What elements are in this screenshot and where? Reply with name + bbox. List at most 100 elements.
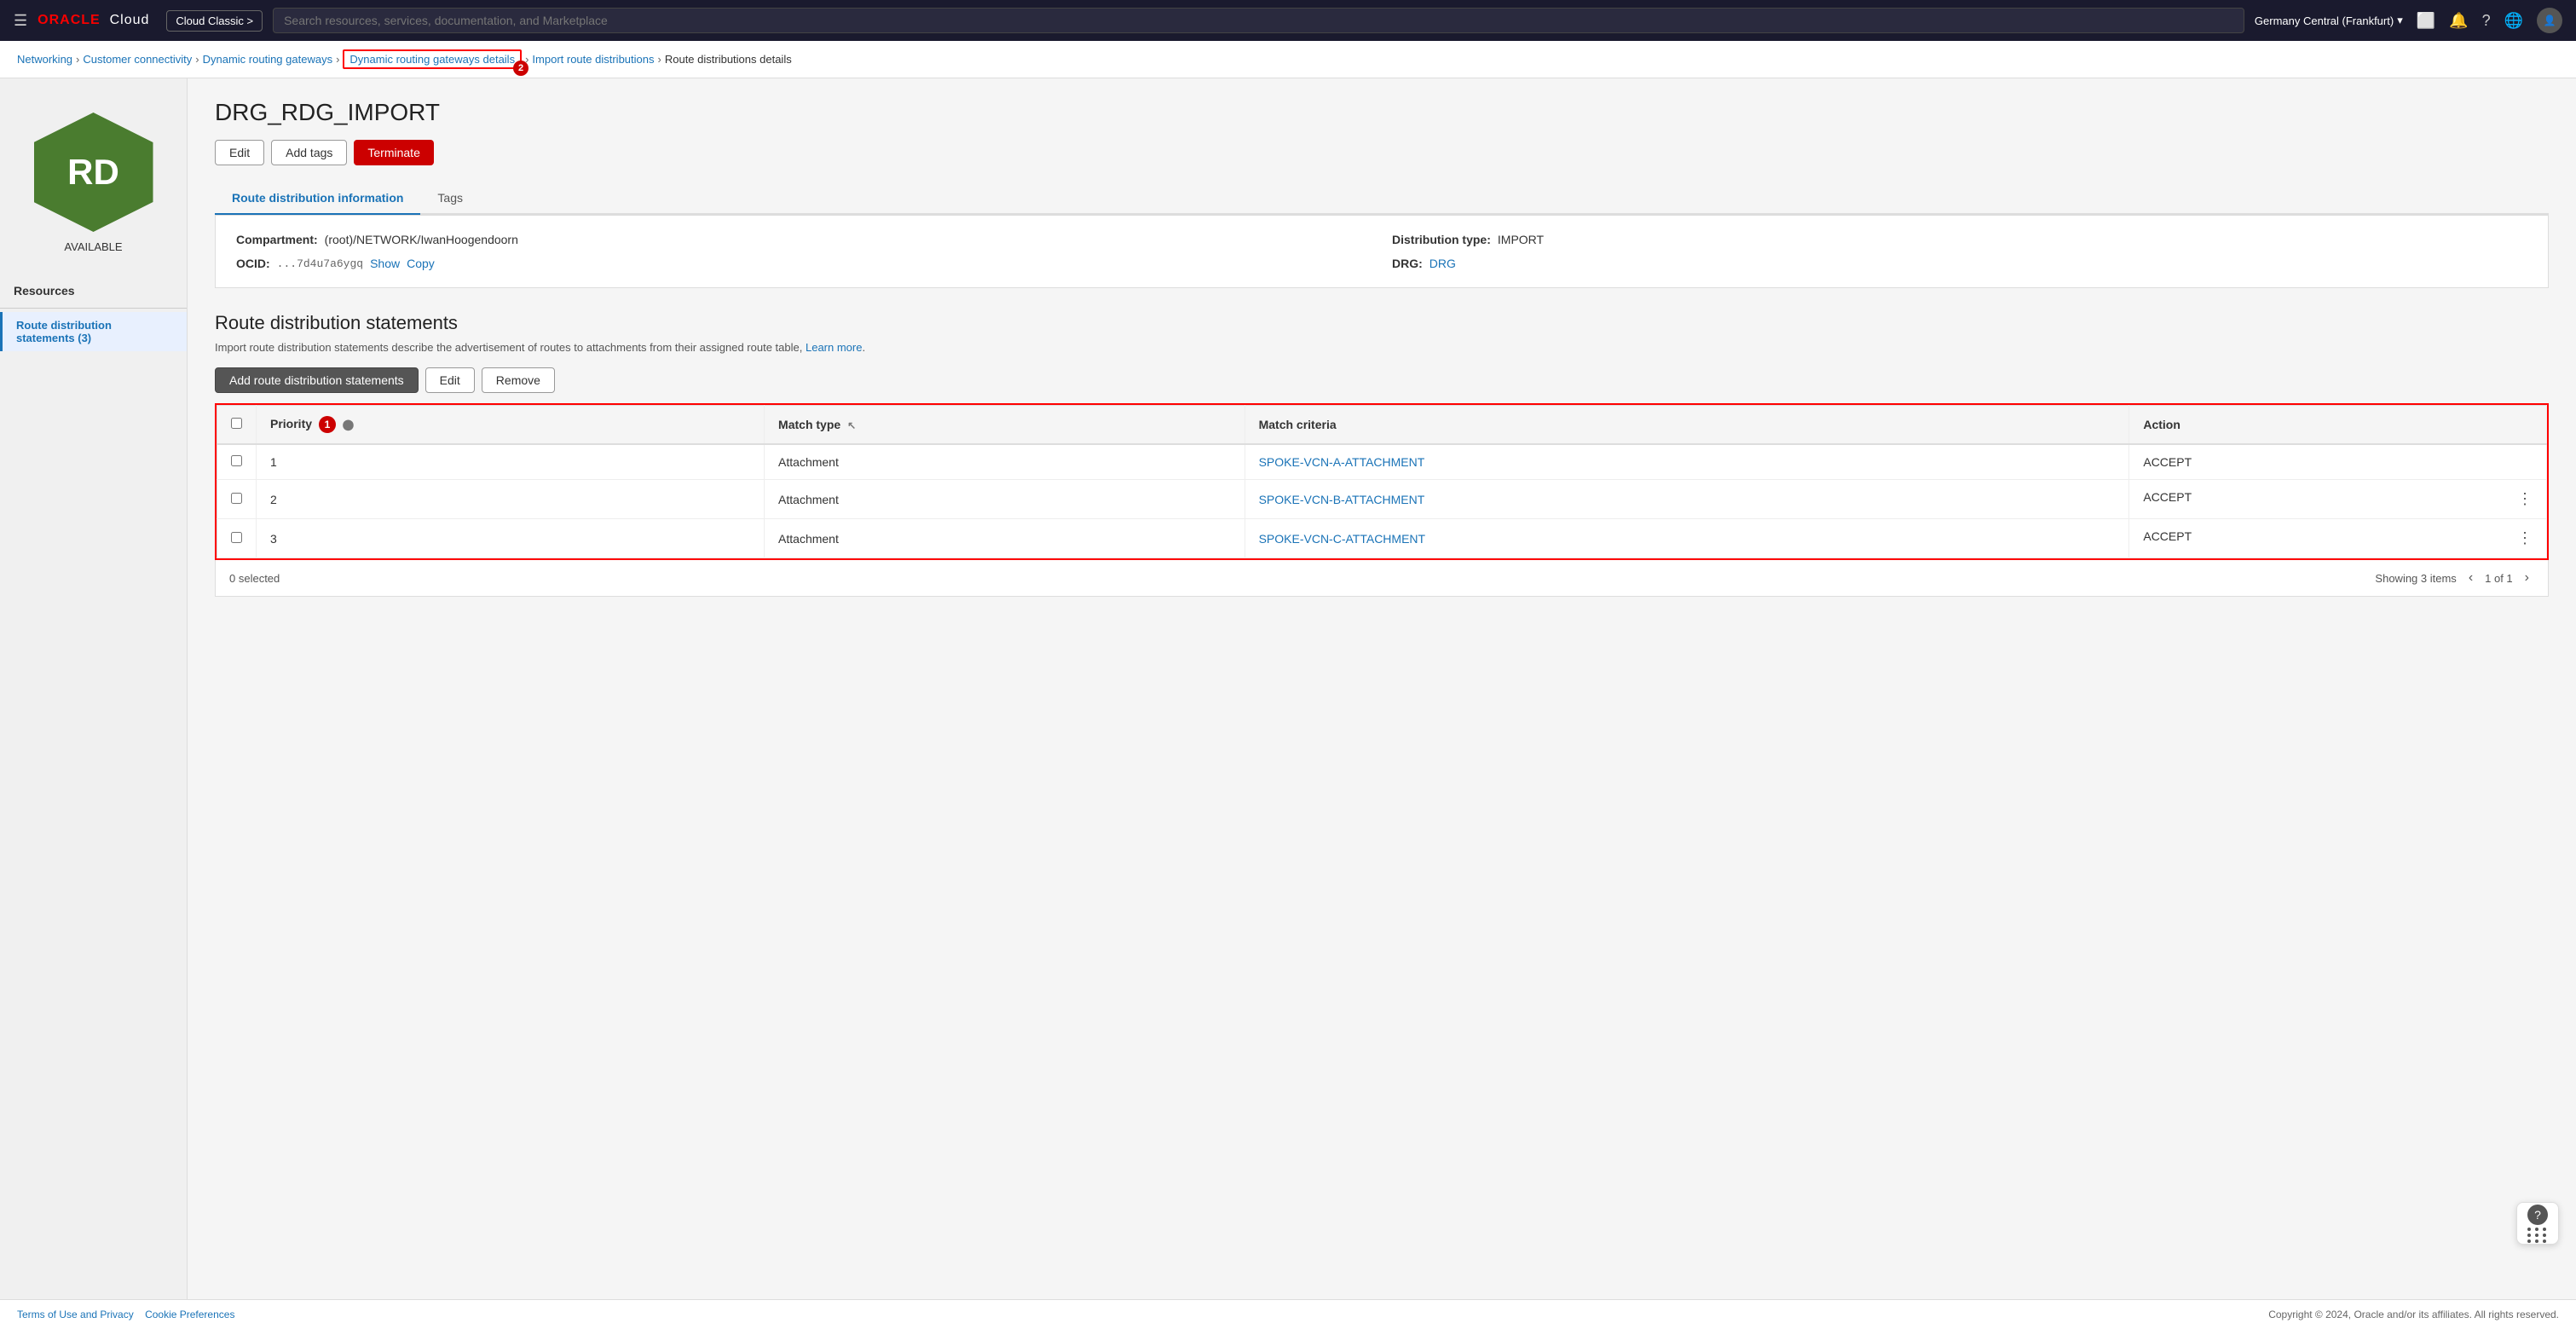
- distribution-type-row: Distribution type: IMPORT: [1392, 233, 2527, 246]
- distribution-type-value: IMPORT: [1498, 233, 1544, 246]
- breadcrumb-badge: 2: [513, 61, 528, 76]
- dot-3: [2543, 1228, 2546, 1231]
- dot-2: [2535, 1228, 2538, 1231]
- breadcrumb-sep-1: ›: [76, 53, 79, 66]
- table-header: Priority 1 ⬤ Match type ↖ Match criteria: [217, 406, 2547, 445]
- row-1-action: ACCEPT: [2129, 444, 2547, 480]
- dot-4: [2527, 1234, 2531, 1237]
- table-body: 1 Attachment SPOKE-VCN-A-ATTACHMENT ACCE…: [217, 444, 2547, 558]
- region-chevron-icon: ▾: [2397, 14, 2403, 27]
- monitor-icon[interactable]: ⬜: [2417, 12, 2435, 30]
- next-page-button[interactable]: ›: [2520, 569, 2534, 587]
- footer-left: Terms of Use and Privacy Cookie Preferen…: [17, 1309, 234, 1320]
- breadcrumb-drg-details[interactable]: Dynamic routing gateways details: [349, 53, 515, 66]
- breadcrumb-networking[interactable]: Networking: [17, 53, 72, 66]
- globe-icon[interactable]: 🌐: [2504, 12, 2523, 30]
- row-3-checkbox-cell[interactable]: [217, 519, 257, 558]
- info-grid: Compartment: (root)/NETWORK/IwanHoogendo…: [236, 233, 2527, 270]
- main-content: DRG_RDG_IMPORT Edit Add tags Terminate R…: [188, 78, 2576, 1299]
- region-selector[interactable]: Germany Central (Frankfurt) ▾: [2255, 14, 2403, 27]
- row-3-match-type: Attachment: [765, 519, 1245, 558]
- breadcrumb-highlighted-wrapper: Dynamic routing gateways details 2: [343, 49, 522, 69]
- distribution-type-label: Distribution type:: [1392, 233, 1491, 246]
- cursor-icon: ↖: [847, 419, 856, 431]
- main-layout: RD AVAILABLE Resources Route distributio…: [0, 78, 2576, 1299]
- priority-header: Priority 1 ⬤: [257, 406, 765, 445]
- row-1-checkbox[interactable]: [231, 455, 242, 466]
- row-2-match-criteria-link[interactable]: SPOKE-VCN-B-ATTACHMENT: [1259, 493, 1425, 506]
- row-1-match-criteria-link[interactable]: SPOKE-VCN-A-ATTACHMENT: [1259, 455, 1425, 469]
- tab-route-distribution-info[interactable]: Route distribution information: [215, 182, 420, 215]
- row-2-dots-menu[interactable]: ⋮: [2517, 490, 2533, 508]
- apps-grid-icon: [2527, 1228, 2548, 1243]
- row-2-checkbox-cell[interactable]: [217, 480, 257, 519]
- breadcrumb-import-route[interactable]: Import route distributions: [532, 53, 654, 66]
- breadcrumb-dynamic-routing-gateways[interactable]: Dynamic routing gateways: [203, 53, 332, 66]
- ocid-label: OCID:: [236, 257, 270, 270]
- row-1-checkbox-cell[interactable]: [217, 444, 257, 480]
- question-icon[interactable]: ?: [2482, 12, 2491, 30]
- prev-page-button[interactable]: ‹: [2463, 569, 2478, 587]
- cloud-classic-button[interactable]: Cloud Classic >: [166, 10, 263, 32]
- ocid-value: ...7d4u7a6ygq: [277, 257, 363, 270]
- table-row: 1 Attachment SPOKE-VCN-A-ATTACHMENT ACCE…: [217, 444, 2547, 480]
- breadcrumb-sep-5: ›: [658, 53, 661, 66]
- add-route-distribution-button[interactable]: Add route distribution statements: [215, 367, 419, 393]
- statements-description: Import route distribution statements des…: [215, 341, 2549, 354]
- breadcrumb-current: Route distributions details: [665, 53, 792, 66]
- table-remove-button[interactable]: Remove: [482, 367, 555, 393]
- add-tags-button[interactable]: Add tags: [271, 140, 347, 165]
- status-label: AVAILABLE: [64, 240, 122, 253]
- ocid-row: OCID: ...7d4u7a6ygq Show Copy: [236, 257, 1372, 270]
- select-all-header[interactable]: [217, 406, 257, 445]
- row-1-match-criteria: SPOKE-VCN-A-ATTACHMENT: [1245, 444, 2129, 480]
- row-3-match-criteria: SPOKE-VCN-C-ATTACHMENT: [1245, 519, 2129, 558]
- avatar[interactable]: 👤: [2537, 8, 2562, 33]
- sidebar-divider: [0, 308, 187, 309]
- cookie-link[interactable]: Cookie Preferences: [145, 1309, 234, 1320]
- page-title: DRG_RDG_IMPORT: [215, 99, 2549, 126]
- pagination: Showing 3 items ‹ 1 of 1 ›: [2375, 569, 2534, 587]
- row-3-checkbox[interactable]: [231, 532, 242, 543]
- row-3-match-criteria-link[interactable]: SPOKE-VCN-C-ATTACHMENT: [1259, 532, 1425, 546]
- tabs: Route distribution information Tags: [215, 182, 2549, 215]
- hamburger-icon[interactable]: ☰: [14, 12, 27, 30]
- showing-count: Showing 3 items: [2375, 572, 2456, 585]
- dot-7: [2527, 1239, 2531, 1243]
- match-criteria-header-label: Match criteria: [1259, 418, 1337, 431]
- search-input[interactable]: [273, 8, 2244, 33]
- sidebar-item-route-distribution-statements[interactable]: Route distribution statements (3): [0, 312, 187, 351]
- compartment-row: Compartment: (root)/NETWORK/IwanHoogendo…: [236, 233, 1372, 246]
- ocid-show-link[interactable]: Show: [370, 257, 400, 270]
- row-2-checkbox[interactable]: [231, 493, 242, 504]
- help-button[interactable]: ?: [2516, 1202, 2559, 1245]
- nav-icons: ⬜ 🔔 ? 🌐 👤: [2417, 8, 2562, 33]
- ocid-copy-link[interactable]: Copy: [407, 257, 435, 270]
- dot-5: [2535, 1234, 2538, 1237]
- drg-link[interactable]: DRG: [1430, 257, 1456, 270]
- tab-tags[interactable]: Tags: [420, 182, 480, 215]
- bell-icon[interactable]: 🔔: [2449, 12, 2468, 30]
- priority-badge: 1: [319, 416, 336, 433]
- row-3-dots-menu[interactable]: ⋮: [2517, 529, 2533, 547]
- match-criteria-header: Match criteria: [1245, 406, 2129, 445]
- learn-more-link[interactable]: Learn more: [806, 341, 862, 354]
- resource-icon-text: RD: [67, 152, 119, 193]
- match-type-header: Match type ↖: [765, 406, 1245, 445]
- breadcrumb-sep-2: ›: [195, 53, 199, 66]
- region-label: Germany Central (Frankfurt): [2255, 14, 2394, 27]
- table-edit-button[interactable]: Edit: [425, 367, 475, 393]
- match-type-header-label: Match type: [778, 418, 840, 431]
- row-3-action: ACCEPT ⋮: [2129, 519, 2547, 558]
- top-nav: ☰ ORACLE Cloud Cloud Classic > Germany C…: [0, 0, 2576, 41]
- sort-icon[interactable]: ⬤: [343, 419, 354, 430]
- drg-row: DRG: DRG: [1392, 257, 2527, 270]
- breadcrumb-customer-connectivity[interactable]: Customer connectivity: [83, 53, 192, 66]
- terms-link[interactable]: Terms of Use and Privacy: [17, 1309, 134, 1320]
- select-all-checkbox[interactable]: [231, 418, 242, 429]
- cloud-text: Cloud: [110, 13, 150, 27]
- copyright-text: Copyright © 2024, Oracle and/or its affi…: [2268, 1309, 2559, 1320]
- edit-button[interactable]: Edit: [215, 140, 264, 165]
- terminate-button[interactable]: Terminate: [354, 140, 433, 165]
- action-header-label: Action: [2143, 418, 2180, 431]
